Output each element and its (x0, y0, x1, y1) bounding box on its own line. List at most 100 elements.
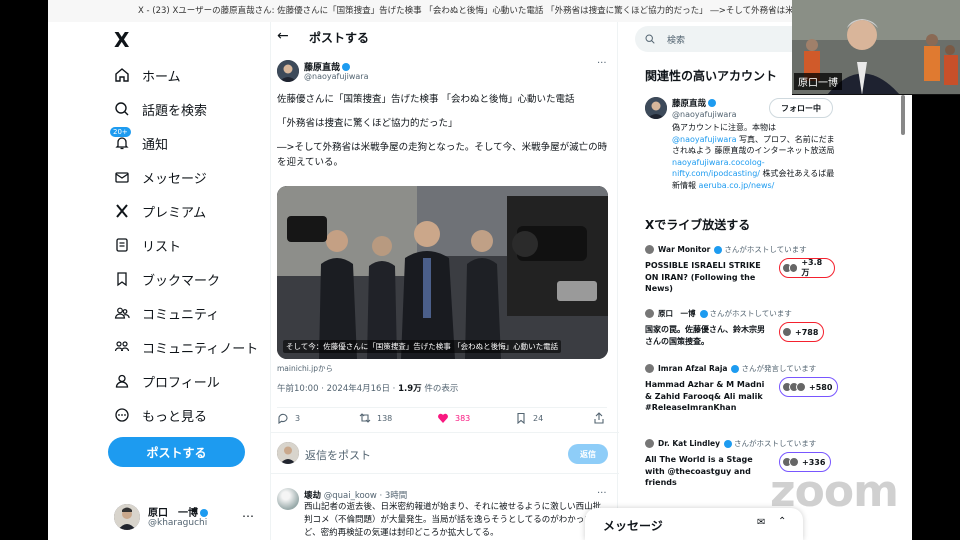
avatar[interactable] (277, 60, 299, 82)
repost-icon (359, 413, 371, 423)
sidebar-item-label: メッセージ (142, 171, 207, 187)
sidebar-item-label: ブックマーク (142, 273, 221, 289)
sidebar-item-label: コミュニティ (142, 307, 220, 323)
space-host: War Monitor さんがホストしています (645, 244, 835, 255)
sidebar-item-messages[interactable]: メッセージ (114, 164, 207, 190)
heart-icon (438, 413, 448, 423)
account-handle: @kharaguchi (148, 518, 208, 528)
tweet-meta: 午前10:00 · 2024年4月16日 · 1.9万 件の表示 (277, 384, 459, 394)
avatar[interactable] (277, 488, 299, 510)
more-icon[interactable]: … (242, 506, 254, 520)
sidebar-item-home[interactable]: ホーム (114, 62, 181, 88)
notification-badge: 20+ (110, 127, 131, 137)
live-spaces-title: Xでライブ放送する (645, 218, 751, 232)
x-web-app: X - (23) Xユーザーの藤原直哉さん: 佐藤優さんに「国策捜査」告げた検事… (48, 0, 912, 540)
sidebar-item-label: プレミアム (142, 205, 207, 221)
related-account-name[interactable]: 藤原直哉 (672, 97, 718, 109)
bookmark-button[interactable]: 24 (515, 412, 543, 424)
tweet-media-photo[interactable]: そして今：佐藤優さんに「国策捜査」告げた検事 「会わぬと後悔」心動いた電話 (277, 186, 608, 359)
live-space-item[interactable]: 原口 一博 さんがホストしています 国家の罠。佐藤優さん、鈴木宗男さんの国策捜査。… (645, 308, 835, 347)
link-source[interactable]: mainichi.jpから (277, 363, 333, 374)
listener-count: +3.8万 (779, 258, 835, 278)
reply-input[interactable]: 返信をポスト (305, 447, 371, 463)
verified-icon (699, 309, 708, 318)
search-icon (645, 34, 655, 44)
tweet-paragraph: ―>そして外務省は米戦争屋の走狗となった。そして今、米戦争屋が滅亡の時を迎えてい… (277, 142, 608, 168)
related-account-handle[interactable]: @naoyafujiwara (672, 110, 736, 119)
tweet-actions: 3 138 383 24 (277, 407, 607, 427)
search-icon (114, 101, 130, 117)
verified-icon (714, 245, 723, 254)
space-host: 原口 一博 さんがホストしています (645, 308, 835, 319)
scrollbar[interactable] (901, 95, 905, 135)
live-space-item[interactable]: War Monitor さんがホストしています POSSIBLE ISRAELI … (645, 244, 835, 295)
reply-text: 西山記者の逝去後、日米密約報道が始まり、それに被せるように激しい西山批判コメ（不… (304, 502, 602, 538)
space-title: 国家の罠。佐藤優さん、鈴木宗男さんの国策捜査。 (645, 325, 765, 346)
tweet-paragraph: 「外務省は捜査に驚くほど協力的だった」 (277, 118, 458, 129)
reply-author[interactable]: 壊劫 @quai_koow · 3時間 (304, 489, 407, 501)
chevron-up-icon[interactable]: ⌃ (778, 516, 786, 527)
post-header: ← ポストする (271, 22, 619, 52)
sidebar-item-community-notes[interactable]: コミュニティノート (114, 334, 258, 360)
zoom-watermark: zoom (770, 466, 899, 517)
account-switcher[interactable]: 原口 一博 @kharaguchi … (114, 500, 264, 540)
sidebar-item-profile[interactable]: プロフィール (114, 368, 220, 394)
bio-link[interactable]: naoyafujiwara.cocolog-nifty.com/ipodcast… (672, 158, 765, 179)
reply-button[interactable]: 3 (277, 412, 300, 424)
community-icon (114, 305, 130, 321)
more-icon[interactable]: ··· (597, 58, 607, 69)
reply-icon (278, 413, 288, 424)
bookmark-icon (114, 271, 130, 287)
right-sidebar: 検索 関連性の高いアカウント 藤原直哉 @naoyafujiwara フォロー中… (633, 22, 843, 540)
space-host: Imran Afzal Raja さんが発言しています (645, 363, 835, 374)
more-icon[interactable]: ··· (597, 488, 607, 499)
following-button[interactable]: フォロー中 (769, 98, 833, 118)
messages-drawer-title: メッセージ (603, 519, 663, 533)
tweet-author-handle[interactable]: @naoyafujiwara (304, 72, 368, 81)
related-accounts-title: 関連性の高いアカウント (645, 69, 778, 83)
sidebar-item-explore[interactable]: 話題を検索 (114, 96, 207, 122)
avatar (277, 442, 299, 464)
bio-link[interactable]: aeruba.co.jp/news/ (699, 181, 775, 190)
space-host: Dr. Kat Lindley さんがホストしています (645, 438, 835, 449)
listener-count: +788 (779, 322, 825, 342)
webcam-overlay: 原口一博 (792, 0, 960, 95)
sidebar: X ホーム 話題を検索 20+ 通知 メッセージ プレミアム リスト ブックマー… (48, 22, 270, 540)
participant-name-tag: 原口一博 (794, 73, 842, 90)
sidebar-item-communities[interactable]: コミュニティ (114, 300, 219, 326)
verified-icon (200, 509, 208, 517)
sidebar-item-premium[interactable]: プレミアム (114, 198, 206, 224)
verified-icon (731, 364, 740, 373)
new-message-icon[interactable]: ✉ (757, 517, 765, 528)
avatar (645, 439, 654, 448)
back-arrow-icon[interactable]: ← (277, 28, 289, 44)
sidebar-item-notifications[interactable]: 20+ 通知 (110, 127, 168, 156)
avatar[interactable] (645, 97, 667, 119)
more-circle-icon (114, 407, 130, 423)
reply-submit-button[interactable]: 返信 (568, 444, 608, 464)
avatar (645, 245, 654, 254)
listener-count: +580 (779, 377, 839, 397)
home-icon (114, 67, 130, 83)
like-button[interactable]: 383 (437, 412, 470, 424)
bookmark-icon (517, 412, 525, 424)
reply-composer: 返信をポスト 返信 (271, 432, 619, 474)
post-button[interactable]: ポストする (108, 437, 245, 467)
list-icon (114, 237, 130, 253)
sidebar-item-label: 話題を検索 (142, 103, 208, 119)
sidebar-item-bookmarks[interactable]: ブックマーク (114, 266, 220, 292)
live-space-item[interactable]: Imran Afzal Raja さんが発言しています Hammad Azhar … (645, 363, 839, 414)
sidebar-item-label: コミュニティノート (142, 341, 259, 357)
avatar (645, 309, 654, 318)
space-title: Hammad Azhar & M Madni & Zahid Farooq& A… (645, 380, 765, 412)
page-title: ポストする (309, 31, 370, 45)
x-logo-icon[interactable]: X (114, 30, 134, 50)
avatar (645, 364, 654, 373)
share-button[interactable] (593, 412, 611, 424)
sidebar-item-lists[interactable]: リスト (114, 232, 181, 258)
repost-button[interactable]: 138 (359, 412, 392, 424)
sidebar-item-more[interactable]: もっと見る (114, 402, 207, 428)
x-premium-icon (114, 203, 130, 219)
window-title: X - (23) Xユーザーの藤原直哉さん: 佐藤優さんに「国策捜査」告げた検事… (48, 0, 912, 22)
bio-link[interactable]: @naoyafujiwara (672, 135, 736, 144)
